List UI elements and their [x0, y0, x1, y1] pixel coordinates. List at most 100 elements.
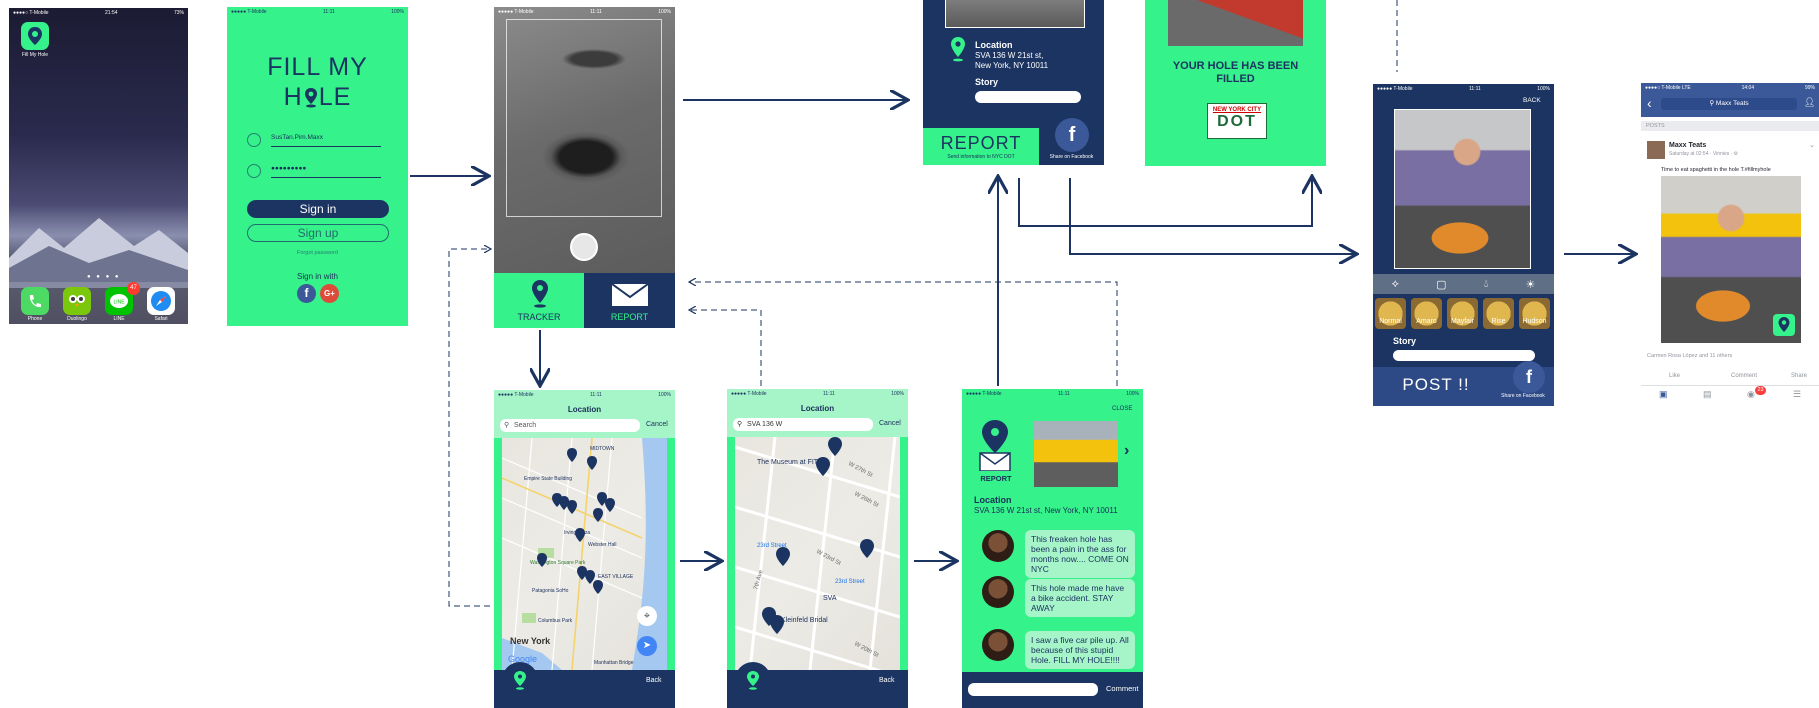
report-button-sublabel: Send information to NYC DOT	[947, 154, 1015, 160]
password-field[interactable]: ●●●●●●●●●	[271, 165, 381, 178]
status-bar: ●●●●● T-Mobile 11:11 100%	[494, 390, 675, 400]
carrier-text: ●●●●● T-Mobile	[231, 9, 267, 15]
comment-2: This hole made me have a bike accident. …	[1025, 579, 1135, 617]
filled-photo	[1168, 0, 1303, 46]
map-pin-icon	[28, 27, 42, 45]
nyc-dot-logo: NEW YORK CITY DOT	[1207, 103, 1267, 139]
dock-label-line: LINE	[113, 316, 125, 322]
status-bar: ●●●●● T-Mobile 11:11 100%	[962, 389, 1143, 399]
status-bar: ●●●●○ T-Mobile 21:54 73%	[9, 8, 188, 18]
pothole-street-photo[interactable]	[1034, 421, 1118, 487]
post-screen: ●●●●● T-Mobile 11:11 100% BACK ⟡ ▢ 💧︎ ☀︎…	[1373, 84, 1554, 406]
safari-icon[interactable]	[147, 287, 175, 315]
brightness-icon[interactable]: ☀︎	[1525, 278, 1535, 291]
duolingo-icon[interactable]	[63, 287, 91, 315]
story-input[interactable]	[1393, 350, 1535, 361]
filter-normal[interactable]: Normal	[1375, 298, 1406, 329]
app-title-line2: H LE	[227, 83, 408, 112]
back-button[interactable]: Back	[646, 677, 662, 684]
comment-action-button[interactable]: Comment	[1731, 373, 1757, 379]
story-input[interactable]	[975, 91, 1081, 103]
facebook-share-button[interactable]: f Share on Facebook	[1039, 118, 1104, 165]
cancel-button[interactable]: Cancel	[646, 421, 668, 428]
tracker-home-button[interactable]	[735, 662, 771, 698]
page-dots: ● ● ● ●	[87, 274, 121, 280]
back-button[interactable]: BACK	[1523, 97, 1541, 104]
time-text: 21:54	[105, 10, 118, 16]
comment-button[interactable]: Comment	[1106, 684, 1139, 693]
report-button-label: REPORT	[940, 133, 1022, 153]
menu-icon[interactable]: ☰	[1793, 389, 1801, 400]
username-field[interactable]: SusTan.Pim.Maxx	[271, 134, 381, 147]
post-photo	[1394, 109, 1531, 269]
news-feed-icon[interactable]: ▣	[1659, 389, 1668, 400]
carrier-text: ●●●●● T-Mobile	[731, 391, 767, 397]
back-button[interactable]: Back	[879, 677, 895, 684]
status-bar: ●●●●● T-Mobile 11:11 100%	[494, 7, 675, 17]
time-text: 11:11	[823, 391, 835, 397]
post-button[interactable]: POST !!	[1373, 375, 1499, 395]
tracker-home-button[interactable]	[502, 662, 538, 698]
comment-input[interactable]	[968, 683, 1098, 696]
close-button[interactable]: CLOSE	[1112, 406, 1132, 412]
like-button[interactable]: Like	[1669, 373, 1680, 379]
sign-up-button[interactable]: Sign up	[247, 224, 389, 242]
map-pin-icon	[1778, 317, 1790, 332]
filter-mayfair[interactable]: Mayfair	[1447, 298, 1478, 329]
facebook-search-bar[interactable]: ⚲ Maxx Teats	[1661, 98, 1797, 110]
search-input[interactable]: ⚲ Search	[500, 419, 640, 432]
sign-in-button[interactable]: Sign in	[247, 200, 389, 218]
post-options-icon[interactable]: ⌄	[1809, 141, 1815, 149]
marketplace-icon[interactable]: ▤	[1703, 389, 1712, 400]
shutter-button[interactable]	[570, 233, 598, 261]
time-text: 14:04	[1741, 85, 1755, 91]
carrier-text: ●●●●○ T-Mobile LTE	[1645, 85, 1691, 91]
google-login-icon[interactable]: G+	[320, 284, 339, 303]
fill-my-hole-app-icon[interactable]	[21, 22, 49, 50]
drop-icon[interactable]: 💧︎	[1484, 278, 1488, 291]
home-screen: ●●●●○ T-Mobile 21:54 73% Fill My Hole ● …	[9, 8, 188, 324]
search-input[interactable]: ⚲ SVA 136 W	[733, 418, 873, 431]
notification-badge: 23	[1755, 386, 1766, 395]
facebook-icon[interactable]: f	[1513, 361, 1545, 393]
map-title: Location	[567, 405, 602, 414]
share-action-button[interactable]: Share	[1791, 373, 1807, 379]
viewfinder-frame	[506, 19, 662, 217]
crop-icon[interactable]: ⟡	[1392, 278, 1399, 291]
report-submit-button[interactable]: REPORT Send information to NYC DOT	[923, 128, 1039, 165]
dot-logo-line2: DOT	[1217, 113, 1257, 130]
filter-hudson[interactable]: Hudson	[1519, 298, 1550, 329]
story-label: Story	[975, 77, 999, 87]
forgot-password-link[interactable]: Forgot password	[227, 250, 408, 256]
tracker-tab[interactable]: TRACKER	[494, 273, 584, 328]
cancel-button[interactable]: Cancel	[879, 420, 901, 427]
author-name[interactable]: Maxx Teats	[1669, 142, 1706, 149]
filter-rise[interactable]: Rise	[1483, 298, 1514, 329]
carrier-text: ●●●●● T-Mobile	[498, 392, 534, 398]
notifications-icon[interactable]: ◉	[1747, 389, 1755, 400]
share-label: Share on Facebook	[1501, 393, 1545, 399]
map-bottom-bar: Back	[494, 662, 675, 708]
back-chevron-icon[interactable]: ‹	[1647, 96, 1652, 110]
report-tab[interactable]: REPORT	[584, 273, 675, 328]
post-caption: Time to eat spaghetti in the hole T.#fil…	[1661, 167, 1771, 173]
report-label: REPORT	[980, 474, 1012, 483]
battery-text: 100%	[391, 9, 404, 15]
post-meta: Saturday at 02:54 · Vinnies · ⚙	[1669, 151, 1739, 157]
battery-text: 100%	[891, 391, 904, 397]
map-screen-2: ●●●●● T-Mobile 11:11 100% Location ⚲ SVA…	[727, 389, 908, 708]
filter-amaro[interactable]: Amaro	[1411, 298, 1442, 329]
report-form-screen: Location SVA 136 W 21st st, New York, NY…	[923, 0, 1104, 165]
phone-icon[interactable]	[21, 287, 49, 315]
login-screen: ●●●●● T-Mobile 11:11 100% FILL MY H LE Su…	[227, 7, 408, 326]
facebook-login-icon[interactable]: f	[297, 284, 316, 303]
friends-icon[interactable]: 👤︎	[1804, 97, 1815, 108]
map-pin-icon	[747, 671, 759, 690]
report-pin-envelope-icon	[979, 420, 1011, 471]
avatar	[982, 530, 1014, 562]
filled-screen: YOUR HOLE HAS BEEN FILLED NEW YORK CITY …	[1145, 0, 1326, 166]
frame-icon[interactable]: ▢	[1436, 278, 1446, 291]
post-reactions[interactable]: Carmen Rosa López and 11 others	[1647, 353, 1732, 359]
next-photo-icon[interactable]: ›	[1124, 442, 1129, 460]
envelope-icon	[611, 283, 649, 306]
